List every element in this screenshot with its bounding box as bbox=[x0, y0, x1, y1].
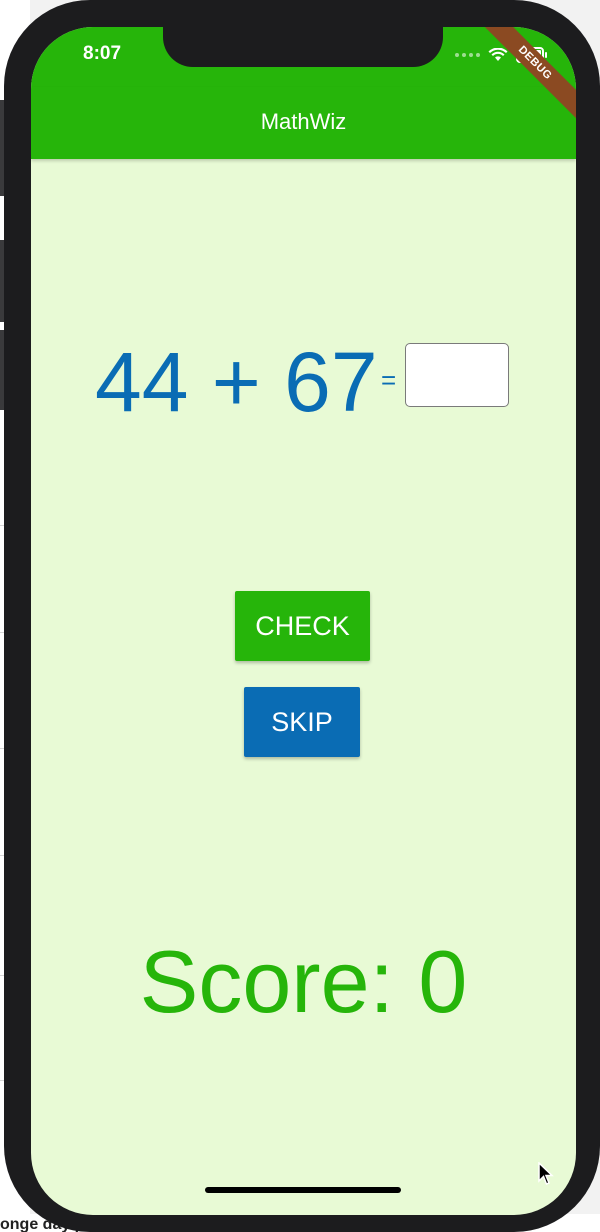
app-bar: MathWiz bbox=[31, 87, 576, 159]
problem-expression: 44 + 67 bbox=[95, 335, 378, 429]
check-button[interactable]: CHECK bbox=[235, 591, 370, 661]
math-problem: 44 + 67 = bbox=[31, 332, 576, 432]
equals-sign: = bbox=[381, 365, 397, 395]
home-indicator[interactable] bbox=[205, 1187, 401, 1193]
status-time: 8:07 bbox=[83, 43, 122, 64]
skip-button[interactable]: SKIP bbox=[244, 687, 360, 757]
app-window: onge day p 8:07 DEBUG MathWiz 44 + 67 = … bbox=[0, 0, 600, 1232]
app-title: MathWiz bbox=[260, 109, 347, 134]
answer-input[interactable] bbox=[405, 343, 509, 407]
phone-notch bbox=[163, 27, 443, 67]
signal-dots-icon bbox=[455, 53, 480, 57]
phone-screen: 8:07 DEBUG MathWiz 44 + 67 = CHECK SKIP … bbox=[31, 27, 576, 1215]
mouse-cursor-icon bbox=[538, 1161, 554, 1191]
score-display: Score: 0 bbox=[139, 932, 468, 1031]
wifi-icon bbox=[488, 48, 508, 62]
